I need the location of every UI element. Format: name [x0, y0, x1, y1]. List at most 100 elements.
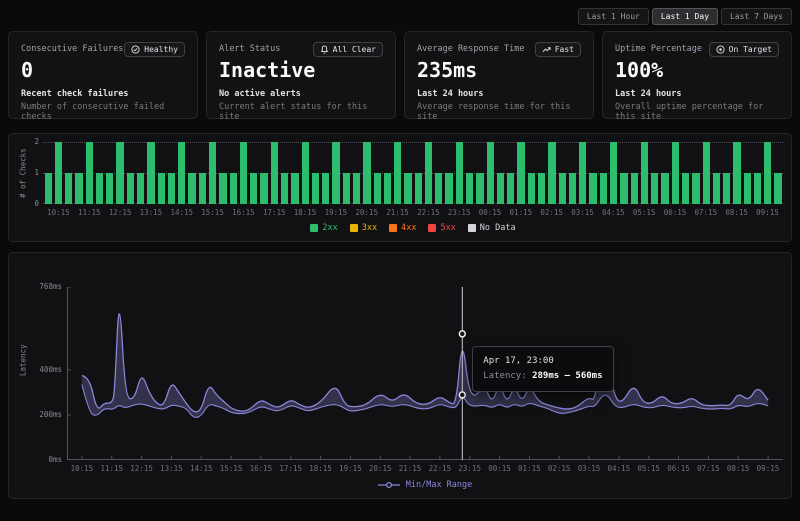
x-axis-label: 10:15 — [43, 208, 74, 217]
check-bar[interactable] — [127, 173, 134, 204]
check-bar[interactable] — [219, 173, 226, 204]
range-last-1-hour-button[interactable]: Last 1 Hour — [578, 8, 649, 25]
tooltip-range: 289ms – 560ms — [532, 371, 602, 381]
check-bar[interactable] — [764, 142, 771, 204]
x-axis-label: 01:15 — [505, 208, 536, 217]
badge-label: On Target — [729, 45, 772, 54]
x-axis-label: 09:15 — [753, 464, 783, 473]
check-bar[interactable] — [45, 173, 52, 204]
check-bar[interactable] — [445, 173, 452, 204]
y-tick-label: 1 — [34, 168, 39, 177]
check-bar[interactable] — [651, 173, 658, 204]
check-bar[interactable] — [332, 142, 339, 204]
legend-swatch — [350, 224, 358, 232]
check-bar[interactable] — [147, 142, 154, 204]
check-bar[interactable] — [75, 173, 82, 204]
check-bar[interactable] — [435, 173, 442, 204]
y-tick-label: 200ms — [39, 410, 62, 419]
check-bar[interactable] — [559, 173, 566, 204]
check-bar[interactable] — [631, 173, 638, 204]
legend-swatch — [428, 224, 436, 232]
check-bar[interactable] — [404, 173, 411, 204]
check-bar[interactable] — [569, 173, 576, 204]
checks-bar-plot[interactable] — [43, 142, 783, 204]
x-axis-label: 05:15 — [634, 464, 664, 473]
check-bar[interactable] — [713, 173, 720, 204]
check-bar[interactable] — [620, 173, 627, 204]
check-bar[interactable] — [281, 173, 288, 204]
check-bar[interactable] — [250, 173, 257, 204]
latency-plot-area[interactable]: Apr 17, 23:00 Latency: 289ms – 560ms 10:… — [67, 261, 783, 490]
check-bar[interactable] — [589, 173, 596, 204]
check-bar[interactable] — [456, 142, 463, 204]
check-bar[interactable] — [600, 173, 607, 204]
check-bar[interactable] — [754, 173, 761, 204]
check-bar[interactable] — [312, 173, 319, 204]
check-bar[interactable] — [291, 173, 298, 204]
range-last-1-day-button[interactable]: Last 1 Day — [652, 8, 718, 25]
check-bar[interactable] — [188, 173, 195, 204]
latency-chart-svg[interactable] — [67, 287, 783, 460]
tooltip-label: Latency: — [483, 371, 526, 381]
x-axis-label: 16:15 — [246, 464, 276, 473]
badge-label: All Clear — [333, 45, 376, 54]
x-axis-label: 22:15 — [425, 464, 455, 473]
check-bar[interactable] — [178, 142, 185, 204]
check-bar[interactable] — [682, 173, 689, 204]
check-bar[interactable] — [774, 173, 781, 204]
check-bar[interactable] — [703, 142, 710, 204]
x-axis-label: 14:15 — [166, 208, 197, 217]
card-description: Number of consecutive failed checks — [21, 102, 185, 122]
check-circle-icon — [131, 45, 140, 54]
check-bar[interactable] — [240, 142, 247, 204]
check-bar[interactable] — [394, 142, 401, 204]
check-bar[interactable] — [55, 142, 62, 204]
check-bar[interactable] — [641, 142, 648, 204]
check-bar[interactable] — [86, 142, 93, 204]
range-last-7-days-button[interactable]: Last 7 Days — [721, 8, 792, 25]
check-bar[interactable] — [168, 173, 175, 204]
check-bar[interactable] — [692, 173, 699, 204]
check-bar[interactable] — [528, 173, 535, 204]
check-bar[interactable] — [302, 142, 309, 204]
card-subtitle: Last 24 hours — [615, 89, 779, 99]
check-bar[interactable] — [260, 173, 267, 204]
check-bar[interactable] — [158, 173, 165, 204]
check-bar[interactable] — [733, 142, 740, 204]
check-bar[interactable] — [209, 142, 216, 204]
x-axis-label: 03:15 — [567, 208, 598, 217]
y-tick-label: 2 — [34, 137, 39, 146]
check-bar[interactable] — [137, 173, 144, 204]
check-bar[interactable] — [343, 173, 350, 204]
check-bar[interactable] — [230, 173, 237, 204]
check-bar[interactable] — [271, 142, 278, 204]
check-bar[interactable] — [723, 173, 730, 204]
x-axis-label: 23:15 — [444, 208, 475, 217]
check-bar[interactable] — [199, 173, 206, 204]
check-bar[interactable] — [487, 142, 494, 204]
check-bar[interactable] — [116, 142, 123, 204]
check-bar[interactable] — [538, 173, 545, 204]
check-bar[interactable] — [476, 173, 483, 204]
check-bar[interactable] — [322, 173, 329, 204]
check-bar[interactable] — [661, 173, 668, 204]
check-bar[interactable] — [579, 142, 586, 204]
check-bar[interactable] — [610, 142, 617, 204]
check-bar[interactable] — [374, 173, 381, 204]
card-average-response-time: Average Response Time Fast 235ms Last 24… — [404, 31, 594, 119]
check-bar[interactable] — [353, 173, 360, 204]
check-bar[interactable] — [363, 142, 370, 204]
check-bar[interactable] — [466, 173, 473, 204]
check-bar[interactable] — [106, 173, 113, 204]
check-bar[interactable] — [744, 173, 751, 204]
check-bar[interactable] — [384, 173, 391, 204]
check-bar[interactable] — [548, 142, 555, 204]
check-bar[interactable] — [672, 142, 679, 204]
check-bar[interactable] — [517, 142, 524, 204]
check-bar[interactable] — [65, 173, 72, 204]
check-bar[interactable] — [507, 173, 514, 204]
check-bar[interactable] — [425, 142, 432, 204]
check-bar[interactable] — [415, 173, 422, 204]
check-bar[interactable] — [96, 173, 103, 204]
check-bar[interactable] — [497, 173, 504, 204]
